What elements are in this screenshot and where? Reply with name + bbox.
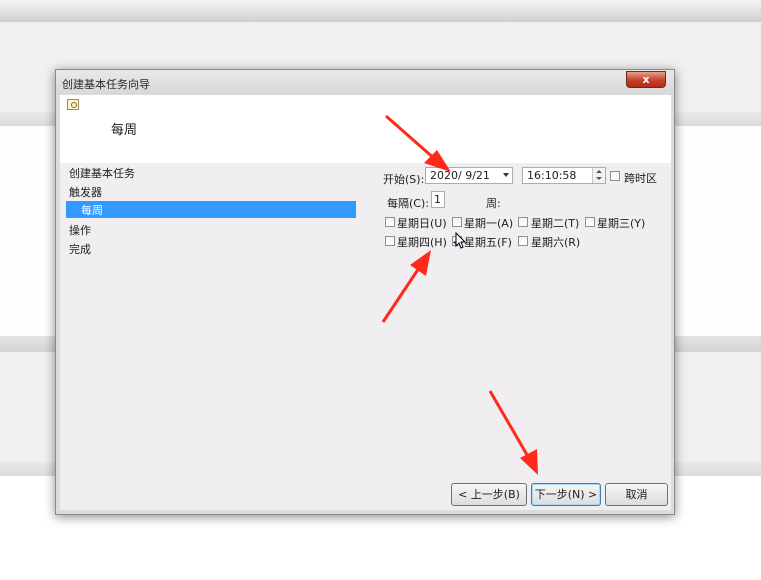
wizard-body: 创建基本任务 触发器 每周 操作 完成 开始(S): 2020/ 9/21 16… <box>60 163 671 510</box>
saturday-checkbox[interactable] <box>518 236 528 246</box>
sync-timezones-label: 跨时区 <box>624 172 657 185</box>
time-spinner[interactable] <box>592 168 605 183</box>
recur-label: 每隔(C): <box>387 197 429 210</box>
start-time-value: 16:10:58 <box>527 169 577 182</box>
start-label: 开始(S): <box>383 173 425 186</box>
thursday-checkbox[interactable] <box>385 236 395 246</box>
step-weekly-label: 每周 <box>81 204 103 217</box>
wizard-header: 每周 <box>60 95 671 163</box>
step-trigger[interactable]: 触发器 <box>69 184 102 200</box>
start-date-value: 2020/ 9/21 <box>430 169 490 182</box>
weeks-unit-label: 周: <box>486 197 501 210</box>
saturday-label: 星期六(R) <box>531 236 581 249</box>
dialog-title: 创建基本任务向导 <box>62 78 150 91</box>
step-finish[interactable]: 完成 <box>69 241 91 257</box>
start-date-picker[interactable]: 2020/ 9/21 <box>425 167 513 184</box>
background-window-titlebar <box>0 0 761 23</box>
step-action[interactable]: 操作 <box>69 222 91 238</box>
recur-weeks-input[interactable]: 1 <box>431 191 445 208</box>
thursday-label: 星期四(H) <box>397 236 447 249</box>
page-title: 每周 <box>111 123 138 138</box>
spin-down-icon[interactable] <box>596 177 602 180</box>
wednesday-label: 星期三(Y) <box>597 217 646 230</box>
monday-checkbox[interactable] <box>452 217 462 227</box>
back-button[interactable]: < 上一步(B) <box>451 483 527 506</box>
close-button[interactable]: x <box>626 71 666 88</box>
step-create-basic-task[interactable]: 创建基本任务 <box>69 165 135 181</box>
recur-weeks-value: 1 <box>434 193 441 206</box>
dialog-titlebar[interactable]: 创建基本任务向导 x <box>56 70 674 94</box>
task-icon <box>67 99 79 110</box>
chevron-down-icon[interactable] <box>503 173 509 177</box>
spin-up-icon[interactable] <box>596 170 602 173</box>
tuesday-label: 星期二(T) <box>531 217 580 230</box>
tuesday-checkbox[interactable] <box>518 217 528 227</box>
cancel-button[interactable]: 取消 <box>605 483 668 506</box>
sync-timezones-checkbox[interactable] <box>610 171 620 181</box>
friday-label: 星期五(F) <box>464 236 512 249</box>
sunday-checkbox[interactable] <box>385 217 395 227</box>
wednesday-checkbox[interactable] <box>585 217 595 227</box>
step-weekly-selected[interactable]: 每周 <box>66 201 356 218</box>
mouse-cursor-icon <box>455 232 467 249</box>
create-basic-task-wizard-dialog: 创建基本任务向导 x 每周 创建基本任务 触发器 每周 操作 完成 开始(S):… <box>55 69 675 515</box>
monday-label: 星期一(A) <box>464 217 514 230</box>
next-button[interactable]: 下一步(N) > <box>531 483 601 506</box>
close-icon: x <box>642 73 650 86</box>
sunday-label: 星期日(U) <box>397 217 447 230</box>
start-time-field[interactable]: 16:10:58 <box>522 167 606 184</box>
